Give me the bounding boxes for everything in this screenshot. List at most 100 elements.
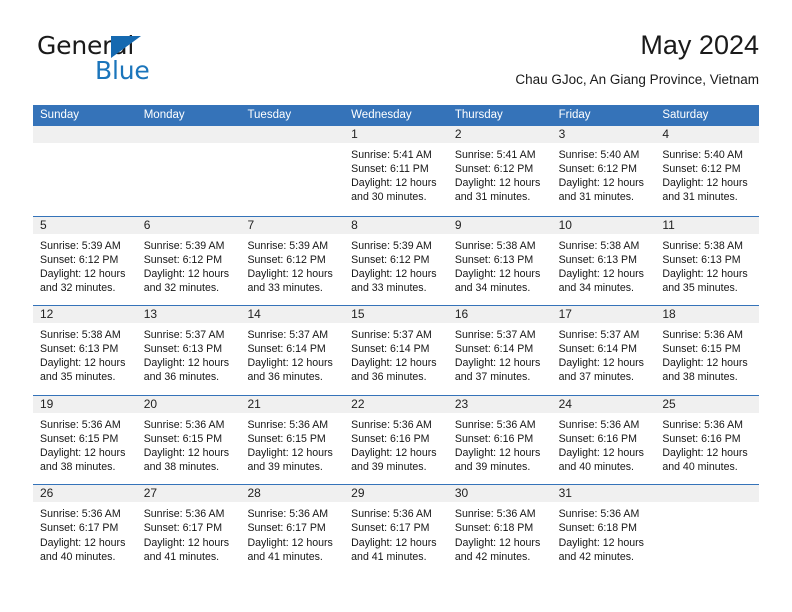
day-details: Sunrise: 5:39 AM Sunset: 6:12 PM Daylight:… [33,234,137,295]
page-subtitle: Chau GJoc, An Giang Province, Vietnam [515,72,759,87]
day-cell-empty [33,126,137,216]
day-details: Sunrise: 5:38 AM Sunset: 6:13 PM Daylight:… [33,323,137,384]
sunrise-text: Sunrise: 5:39 AM [40,239,121,252]
day-number-band: 12 [33,306,137,324]
general-blue-logo[interactable]: General Blue [37,32,207,90]
daylight-text-line2: and 39 minutes. [351,461,427,474]
day-details: Sunrise: 5:39 AM Sunset: 6:12 PM Daylight:… [240,234,344,295]
sunrise-text: Sunrise: 5:36 AM [662,329,743,342]
day-number-band: 10 [551,216,656,234]
day-cell[interactable]: 9 Sunrise: 5:38 AM Sunset: 6:13 PM Daylight… [447,216,552,306]
daylight-text-line1: Daylight: 12 hours [662,357,748,370]
sunrise-text: Sunrise: 5:37 AM [454,329,536,342]
day-cell[interactable]: 22 Sunrise: 5:36 AM Sunset: 6:16 PM Dayligh… [344,395,448,485]
day-cell[interactable]: 11 Sunrise: 5:38 AM Sunset: 6:13 PM Dayligh… [655,216,760,306]
sunrise-text: Sunrise: 5:38 AM [454,239,536,252]
day-number: 14 [247,307,261,322]
daylight-text-line2: and 34 minutes. [454,281,531,294]
day-number-band: 27 [136,485,241,503]
weekday-header-tuesday: Tuesday [247,109,292,121]
day-cell[interactable]: 17 Sunrise: 5:37 AM Sunset: 6:14 PM Dayligh… [551,306,656,395]
sunrise-text: Sunrise: 5:36 AM [558,508,640,521]
day-number-band: 26 [33,485,137,503]
daylight-text-line2: and 36 minutes. [143,371,220,384]
daylight-text-line2: and 38 minutes. [143,461,220,474]
day-number-band: 7 [240,216,345,234]
daylight-text-line1: Daylight: 12 hours [351,357,437,370]
weekday-header-sunday: Sunday [40,109,80,121]
daylight-text-line2: and 33 minutes. [351,281,427,294]
day-details: Sunrise: 5:36 AM Sunset: 6:18 PM Daylight:… [552,502,656,563]
daylight-text-line1: Daylight: 12 hours [247,267,333,280]
day-cell[interactable]: 10 Sunrise: 5:38 AM Sunset: 6:13 PM Dayligh… [551,216,656,306]
day-details: Sunrise: 5:39 AM Sunset: 6:12 PM Daylight:… [137,234,241,295]
day-number: 13 [143,307,158,322]
sunset-text: Sunset: 6:15 PM [40,432,119,445]
day-cell[interactable]: 21 Sunrise: 5:36 AM Sunset: 6:15 PM Dayligh… [240,395,345,485]
day-details: Sunrise: 5:37 AM Sunset: 6:14 PM Daylight:… [552,323,656,384]
day-cell[interactable]: 19 Sunrise: 5:36 AM Sunset: 6:15 PM Dayligh… [33,395,137,485]
day-cell[interactable]: 18 Sunrise: 5:36 AM Sunset: 6:15 PM Dayligh… [655,306,760,395]
sunrise-text: Sunrise: 5:41 AM [351,149,432,161]
daylight-text-line1: Daylight: 12 hours [351,446,437,459]
day-number: 20 [143,396,158,411]
day-number-band: 21 [240,395,345,413]
daylight-text-line1: Daylight: 12 hours [558,536,644,549]
day-cell[interactable]: 26 Sunrise: 5:36 AM Sunset: 6:17 PM Dayligh… [33,485,137,574]
day-cell[interactable]: 7 Sunrise: 5:39 AM Sunset: 6:12 PM Daylight… [240,216,345,306]
day-cell[interactable]: 6 Sunrise: 5:39 AM Sunset: 6:12 PM Daylight… [136,216,241,306]
day-cell[interactable]: 2 Sunrise: 5:41 AM Sunset: 6:12 PM Daylight… [447,126,552,216]
calendar-grid: Sunday Monday Tuesday Wednesday Thursday Frid… [33,105,760,574]
day-cell[interactable]: 30 Sunrise: 5:36 AM Sunset: 6:18 PM Dayligh… [447,485,552,574]
sunrise-text: Sunrise: 5:38 AM [40,329,121,342]
day-cell[interactable]: 12 Sunrise: 5:38 AM Sunset: 6:13 PM Dayligh… [33,306,137,395]
day-details: Sunrise: 5:37 AM Sunset: 6:13 PM Daylight:… [137,323,241,384]
daylight-text-line2: and 33 minutes. [247,281,323,294]
day-details: Sunrise: 5:36 AM Sunset: 6:15 PM Daylight:… [137,413,241,474]
day-cell[interactable]: 14 Sunrise: 5:37 AM Sunset: 6:14 PM Dayligh… [240,306,345,395]
page-title: May 2024 [640,30,759,60]
day-cell[interactable]: 20 Sunrise: 5:36 AM Sunset: 6:15 PM Dayligh… [136,395,241,485]
sunset-text: Sunset: 6:16 PM [454,432,534,445]
day-cell[interactable]: 29 Sunrise: 5:36 AM Sunset: 6:17 PM Dayligh… [344,485,448,574]
daylight-text-line1: Daylight: 12 hours [40,446,126,459]
day-details: Sunrise: 5:36 AM Sunset: 6:18 PM Daylight:… [448,502,552,563]
daylight-text-line1: Daylight: 12 hours [454,177,541,190]
day-number-band: 6 [136,216,241,234]
sunset-text: Sunset: 6:12 PM [454,163,534,176]
sunrise-text: Sunrise: 5:39 AM [351,239,432,252]
sunrise-text: Sunrise: 5:36 AM [40,418,121,431]
sunrise-text: Sunrise: 5:40 AM [662,149,743,161]
day-cell[interactable]: 4 Sunrise: 5:40 AM Sunset: 6:12 PM Daylight… [655,126,760,216]
day-cell[interactable]: 5 Sunrise: 5:39 AM Sunset: 6:12 PM Daylight… [33,216,137,306]
day-cell[interactable]: 23 Sunrise: 5:36 AM Sunset: 6:16 PM Dayligh… [447,395,552,485]
day-number-band: 19 [33,395,137,413]
day-cell[interactable]: 27 Sunrise: 5:36 AM Sunset: 6:17 PM Dayligh… [136,485,241,574]
day-details: Sunrise: 5:40 AM Sunset: 6:12 PM Daylight:… [655,143,759,204]
day-cell[interactable]: 31 Sunrise: 5:36 AM Sunset: 6:18 PM Dayligh… [551,485,656,574]
daylight-text-line2: and 39 minutes. [247,461,323,474]
sunrise-text: Sunrise: 5:38 AM [558,239,640,252]
day-details: Sunrise: 5:36 AM Sunset: 6:16 PM Daylight:… [344,413,448,474]
daylight-text-line2: and 31 minutes. [558,191,634,204]
day-number: 5 [40,217,47,232]
sunset-text: Sunset: 6:16 PM [351,432,430,445]
day-number: 28 [247,486,261,501]
day-cell[interactable]: 28 Sunrise: 5:36 AM Sunset: 6:17 PM Dayligh… [240,485,345,574]
day-number-band: 14 [240,306,345,324]
day-number: 6 [143,217,151,232]
day-details: Sunrise: 5:38 AM Sunset: 6:13 PM Daylight:… [655,234,759,295]
day-cell[interactable]: 8 Sunrise: 5:39 AM Sunset: 6:12 PM Daylight… [344,216,448,306]
day-number: 23 [454,396,469,411]
day-cell[interactable]: 25 Sunrise: 5:36 AM Sunset: 6:16 PM Dayligh… [655,395,760,485]
daylight-text-line1: Daylight: 12 hours [351,177,437,190]
day-cell[interactable]: 3 Sunrise: 5:40 AM Sunset: 6:12 PM Daylight… [551,126,656,216]
day-cell[interactable]: 24 Sunrise: 5:36 AM Sunset: 6:16 PM Dayligh… [551,395,656,485]
day-cell[interactable]: 15 Sunrise: 5:37 AM Sunset: 6:14 PM Dayligh… [344,306,448,395]
sunrise-text: Sunrise: 5:36 AM [558,418,640,431]
day-cell[interactable]: 13 Sunrise: 5:37 AM Sunset: 6:13 PM Dayligh… [136,306,241,395]
day-cell[interactable]: 16 Sunrise: 5:37 AM Sunset: 6:14 PM Dayligh… [447,306,552,395]
sunset-text: Sunset: 6:13 PM [662,253,741,266]
day-cell[interactable]: 1 Sunrise: 5:41 AM Sunset: 6:11 PM Daylight… [344,126,448,216]
page-header: General Blue May 2024 Chau GJoc, An Gian… [33,28,759,98]
